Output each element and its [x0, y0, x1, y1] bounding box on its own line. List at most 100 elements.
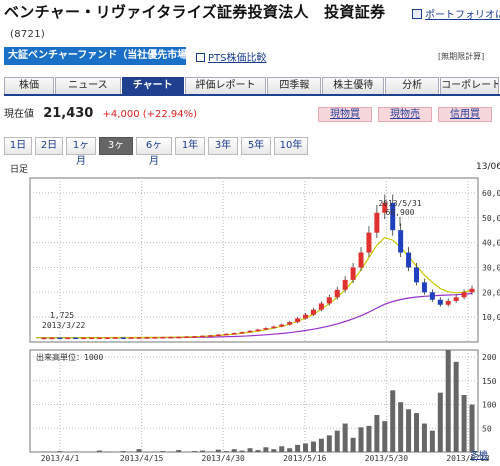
volume-bar	[406, 409, 412, 452]
candle-body	[342, 279, 348, 290]
candle-body	[414, 267, 420, 283]
candle-body	[57, 337, 63, 340]
candle-body	[358, 252, 364, 268]
x-tick-label: 2013/5/16	[283, 454, 327, 463]
candle-body	[366, 232, 372, 253]
candle-body	[406, 252, 412, 268]
volume-bar	[326, 435, 332, 452]
candle-body	[207, 335, 213, 337]
volume-bar	[231, 449, 237, 452]
candle-body	[326, 297, 332, 304]
candle-body	[374, 212, 380, 233]
candle-body	[445, 301, 451, 305]
volume-bar	[414, 413, 420, 452]
candle-body	[88, 337, 94, 340]
candle-body	[41, 337, 47, 340]
candle-body	[128, 337, 134, 339]
candle-body	[334, 289, 340, 298]
candle-body	[49, 337, 55, 340]
volume-bar	[461, 395, 467, 452]
candle-body	[231, 333, 237, 335]
volume-bar	[334, 430, 340, 452]
volume-bar	[247, 448, 253, 452]
multi-function-link[interactable]: 多機	[470, 448, 488, 461]
price-y-tick-label: 20,000	[482, 288, 500, 297]
volume-bar	[374, 414, 380, 452]
high-value-label: 60,900	[386, 208, 415, 217]
volume-bar	[398, 402, 404, 452]
price-y-tick-label: 30,000	[482, 263, 500, 272]
candle-body	[104, 337, 110, 340]
candle-body	[461, 292, 467, 298]
candle-body	[239, 332, 245, 334]
volume-bar	[382, 421, 388, 452]
volume-y-tick-label: 50	[482, 424, 492, 433]
volume-bar	[120, 451, 126, 452]
candle-body	[96, 337, 102, 340]
volume-bar	[279, 446, 285, 452]
x-tick-label: 2013/5/30	[365, 454, 409, 463]
candle-body	[184, 336, 190, 339]
volume-bar	[437, 392, 443, 452]
volume-bar	[358, 427, 364, 452]
volume-bar	[96, 450, 102, 452]
candle-body	[112, 337, 118, 339]
volume-bar	[176, 450, 182, 452]
candle-body	[176, 336, 182, 339]
price-chart: 2013/4/1 2013/4/15 2013/4/30 2013/5/16 2013/…	[29, 177, 500, 463]
candle-body	[429, 292, 435, 300]
candle-body	[199, 335, 205, 338]
volume-y-tick-label: 150	[482, 377, 497, 386]
candle-body	[279, 324, 285, 327]
low-date-label: 2013/3/22	[42, 321, 86, 330]
candle-body	[421, 282, 427, 293]
candle-body	[192, 336, 198, 338]
candle-body	[437, 299, 443, 305]
volume-bar	[136, 449, 142, 452]
candle-body	[136, 337, 142, 339]
price-y-tick-label: 40,000	[482, 239, 500, 248]
candle-body	[65, 337, 71, 340]
candle-body	[271, 326, 277, 329]
x-tick-label: 2013/4/15	[120, 454, 164, 463]
price-y-tick-label: 60,000	[482, 189, 500, 198]
volume-y-tick-label: 100	[482, 401, 497, 410]
volume-bar	[192, 451, 198, 452]
candle-body	[120, 337, 126, 339]
candle-body	[255, 329, 261, 332]
candle-body	[318, 303, 324, 310]
candle-body	[263, 328, 269, 330]
volume-bar	[255, 450, 261, 452]
volume-y-tick-label: 200	[482, 353, 497, 362]
candle-body	[168, 336, 174, 339]
volume-bar	[310, 441, 316, 452]
candle-body	[350, 267, 356, 280]
volume-bar	[215, 449, 221, 452]
price-y-tick-label: 10,000	[482, 313, 500, 322]
volume-bar	[390, 390, 396, 452]
candle-body	[223, 333, 229, 336]
candle-body	[144, 337, 150, 339]
candle-body	[453, 297, 459, 301]
candle-body	[287, 322, 293, 325]
volume-bar	[199, 450, 205, 452]
volume-bar	[421, 423, 427, 452]
low-value-label: 1,725	[50, 311, 74, 320]
volume-bar	[429, 430, 435, 452]
volume-bar	[57, 451, 63, 452]
volume-bar	[350, 437, 356, 452]
candle-body	[81, 337, 87, 340]
volume-bar	[295, 444, 301, 452]
volume-bar	[303, 443, 309, 452]
volume-bar	[469, 404, 475, 452]
volume-bar	[160, 451, 166, 452]
candle-body	[215, 334, 221, 337]
candle-body	[469, 288, 475, 293]
price-y-tick-label: 50,000	[482, 214, 500, 223]
candle-body	[398, 230, 404, 253]
volume-bar	[223, 451, 229, 452]
x-tick-label: 2013/4/1	[41, 454, 80, 463]
volume-bar	[453, 361, 459, 452]
candle-body	[160, 337, 166, 339]
high-date-label: 2013/5/31	[378, 199, 422, 208]
